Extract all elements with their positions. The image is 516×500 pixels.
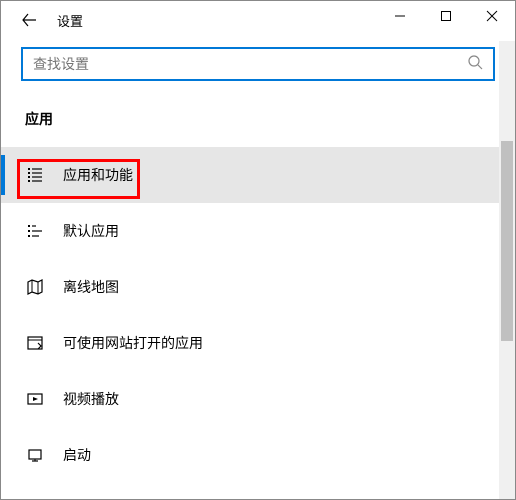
close-button[interactable]	[469, 1, 515, 31]
nav-item-website-apps[interactable]: 可使用网站打开的应用	[1, 315, 515, 371]
search-input[interactable]	[33, 56, 467, 72]
back-arrow-icon	[20, 11, 38, 29]
nav-label: 应用和功能	[63, 165, 133, 185]
default-apps-icon	[25, 221, 45, 241]
nav-label: 离线地图	[63, 277, 119, 297]
offline-maps-icon	[25, 277, 45, 297]
window-controls	[377, 1, 515, 31]
nav-label: 可使用网站打开的应用	[63, 333, 203, 353]
titlebar: 设置	[1, 1, 515, 39]
search-box[interactable]	[21, 47, 495, 81]
maximize-button[interactable]	[423, 1, 469, 31]
scroll-thumb[interactable]	[501, 141, 513, 341]
search-icon	[467, 54, 483, 75]
nav-item-startup[interactable]: 启动	[1, 427, 515, 483]
maximize-icon	[440, 10, 452, 22]
window-title: 设置	[57, 11, 83, 30]
website-apps-icon	[25, 333, 45, 353]
back-button[interactable]	[9, 1, 49, 39]
nav-item-video-playback[interactable]: 视频播放	[1, 371, 515, 427]
nav-item-apps-features[interactable]: 应用和功能	[1, 147, 515, 203]
nav-list: 应用和功能 默认应用 离线地图	[1, 147, 515, 483]
nav-label: 默认应用	[63, 221, 119, 241]
nav-label: 视频播放	[63, 389, 119, 409]
minimize-icon	[394, 10, 406, 22]
section-header: 应用	[1, 81, 515, 147]
startup-icon	[25, 445, 45, 465]
scrollbar[interactable]	[499, 41, 515, 499]
apps-features-icon	[25, 165, 45, 185]
video-playback-icon	[25, 389, 45, 409]
close-icon	[486, 10, 498, 22]
nav-label: 启动	[63, 445, 91, 465]
nav-item-offline-maps[interactable]: 离线地图	[1, 259, 515, 315]
search-wrap	[1, 39, 515, 81]
nav-item-default-apps[interactable]: 默认应用	[1, 203, 515, 259]
minimize-button[interactable]	[377, 1, 423, 31]
